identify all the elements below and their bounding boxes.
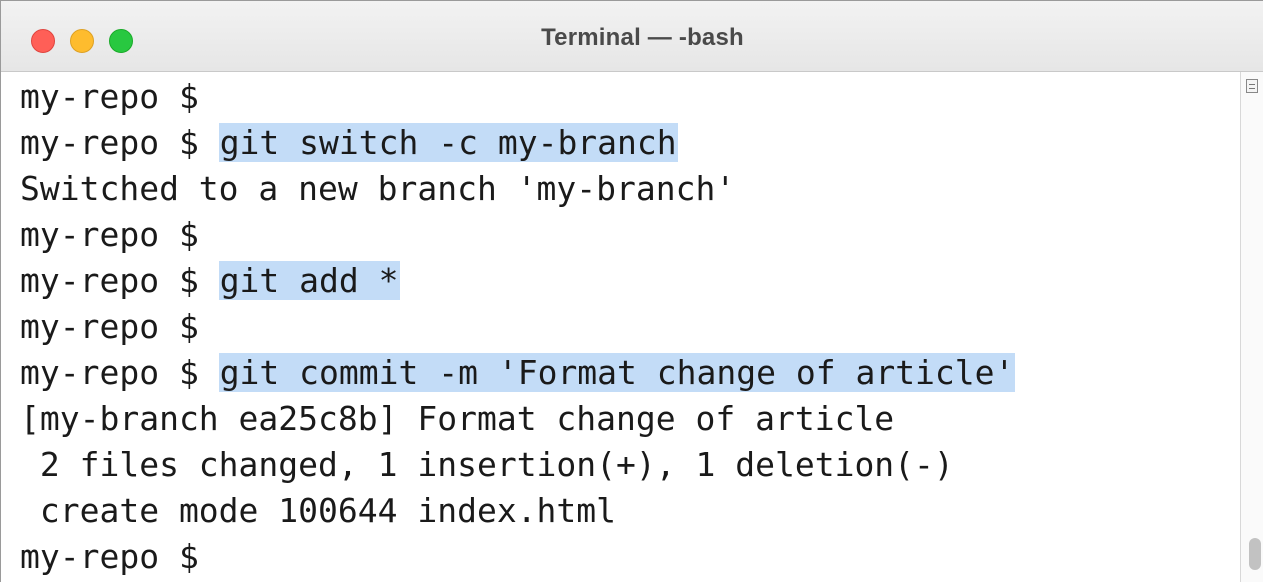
output-text: [my-branch ea25c8b] Format change of art… <box>20 399 895 438</box>
terminal-line: my-repo $ git commit -m 'Format change o… <box>20 350 1016 396</box>
terminal-line: [my-branch ea25c8b] Format change of art… <box>20 396 894 442</box>
output-text: Switched to a new branch 'my-branch' <box>20 169 736 208</box>
prompt: my-repo $ <box>20 307 199 346</box>
command-text: git commit -m 'Format change of article' <box>218 353 1016 392</box>
title-bar[interactable]: Terminal — -bash <box>1 1 1263 72</box>
terminal-line: my-repo $ git add * <box>20 258 400 304</box>
split-pane-icon[interactable] <box>1246 79 1258 93</box>
terminal-line: Switched to a new branch 'my-branch' <box>20 166 735 212</box>
command-text: git switch -c my-branch <box>218 123 678 162</box>
output-text: create mode 100644 index.html <box>20 491 617 530</box>
scrollbar-thumb[interactable] <box>1249 538 1261 570</box>
terminal-line: my-repo $ git switch -c my-branch <box>20 120 678 166</box>
prompt: my-repo $ <box>20 123 219 162</box>
prompt: my-repo $ <box>20 215 199 254</box>
prompt: my-repo $ <box>20 353 219 392</box>
terminal-line: 2 files changed, 1 insertion(+), 1 delet… <box>20 442 954 488</box>
terminal-line: create mode 100644 index.html <box>20 488 616 534</box>
command-text: git add * <box>218 261 400 300</box>
output-text: 2 files changed, 1 insertion(+), 1 delet… <box>20 445 954 484</box>
terminal-line: my-repo $ <box>20 304 199 350</box>
window-title: Terminal — -bash <box>541 24 744 51</box>
prompt: my-repo $ <box>20 261 219 300</box>
terminal-line: my-repo $ <box>20 74 199 120</box>
terminal-output[interactable]: my-repo $ my-repo $ git switch -c my-bra… <box>1 72 1239 582</box>
terminal-line: my-repo $ <box>20 212 199 258</box>
terminal-window: Terminal — -bash my-repo $ my-repo $ git… <box>0 0 1263 582</box>
vertical-scrollbar[interactable] <box>1240 72 1263 582</box>
terminal-line: my-repo $ <box>20 534 199 580</box>
prompt: my-repo $ <box>20 77 199 116</box>
prompt: my-repo $ <box>20 537 199 576</box>
